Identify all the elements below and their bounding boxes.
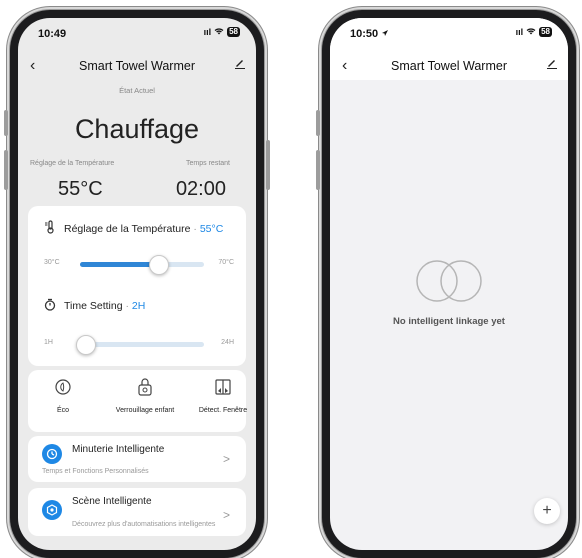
status-time: 10:50: [350, 28, 389, 40]
status-bar: 10:49 ııl 58: [18, 18, 256, 44]
window-detect-icon: [212, 376, 234, 398]
temperature-value: 55°C: [58, 178, 103, 200]
window-detect-button[interactable]: Détect. Fenêtre: [188, 376, 256, 415]
wifi-icon: [526, 27, 536, 37]
child-lock-label: Verrouillage enfant: [115, 407, 175, 414]
temperature-setting-header: Réglage de la Température · 55°C: [44, 220, 223, 237]
status-bar: 10:50 ııl 58: [330, 18, 568, 44]
slider-thumb[interactable]: [75, 335, 96, 355]
status-icons: ııl 58: [204, 27, 240, 37]
chevron-right-icon: >: [222, 452, 230, 466]
chevron-right-icon: >: [222, 508, 230, 522]
smart-timer-item[interactable]: Minuterie Intelligente Temps et Fonction…: [28, 436, 246, 482]
temperature-slider[interactable]: 30°C 70°C: [44, 254, 234, 275]
wifi-icon: [214, 27, 224, 37]
remaining-time-value: 02:00: [175, 178, 226, 200]
nav-bar: ‹ Smart Towel Warmer: [18, 56, 256, 80]
battery-icon: 58: [539, 27, 552, 37]
linked-circles-icon: [408, 258, 490, 309]
empty-state-message: No intelligent linkage yet: [393, 316, 505, 327]
slider-max-label: 70°C: [218, 259, 234, 266]
page-title: Smart Towel Warmer: [391, 59, 507, 73]
phone-frame-left: 10:49 ııl 58 ‹ Smart Towel Warmer État A…: [4, 10, 270, 558]
temperature-label: Réglage de la Température: [30, 160, 115, 167]
signal-icon: ııl: [203, 27, 212, 37]
status-time: 10:49: [38, 28, 67, 40]
battery-icon: 58: [227, 27, 240, 37]
nav-bar: ‹ Smart Towel Warmer: [330, 56, 568, 80]
phone-side-button: [316, 150, 320, 190]
smart-scene-title: Scène Intelligente: [72, 496, 152, 507]
scene-icon: [42, 500, 62, 520]
slider-track[interactable]: [75, 335, 204, 355]
remaining-time-label: Temps restant: [186, 160, 230, 167]
edit-icon[interactable]: [234, 56, 246, 72]
stopwatch-icon: [44, 298, 56, 314]
slider-min-label: 30°C: [44, 259, 60, 266]
settings-card: Réglage de la Température · 55°C 30°C 70…: [28, 206, 246, 366]
add-button[interactable]: +: [534, 498, 560, 524]
slider-thumb[interactable]: [148, 255, 169, 275]
child-lock-icon: [134, 376, 156, 398]
location-arrow-icon: [382, 30, 389, 36]
phone-side-button: [266, 140, 270, 190]
temperature-setting-value: 55°C: [199, 222, 224, 235]
phone-side-button: [316, 110, 320, 136]
slider-fill: [80, 262, 158, 267]
eco-icon: [52, 376, 74, 398]
phone-side-button: [4, 110, 8, 136]
window-detect-label: Détect. Fenêtre: [198, 407, 248, 414]
status-icons: ııl 58: [516, 27, 552, 37]
smart-timer-title: Minuterie Intelligente: [72, 444, 165, 455]
slider-min-label: 1H: [44, 339, 53, 346]
eco-label: Éco: [56, 407, 70, 414]
separator-dot: ·: [125, 300, 129, 312]
phone-side-button: [4, 150, 8, 190]
thermometer-icon: [44, 220, 56, 237]
time-slider[interactable]: 1H 24H: [44, 334, 234, 355]
smart-scene-subtitle: Découvrez plus d'automatisations intelli…: [72, 521, 216, 528]
state-label: État Actuel: [119, 86, 155, 95]
edit-icon[interactable]: [546, 56, 558, 72]
slider-max-label: 24H: [221, 339, 234, 346]
page-title: Smart Towel Warmer: [79, 59, 195, 73]
slider-track[interactable]: [80, 255, 204, 275]
eco-button[interactable]: Éco: [28, 376, 98, 415]
smart-scene-item[interactable]: Scène Intelligente Découvrez plus d'auto…: [28, 488, 246, 536]
features-card: Éco Verrouillage enfant Détect. Fenêtre: [28, 370, 247, 432]
current-mode: Chauffage: [74, 114, 200, 144]
time-setting-title: Time Setting: [64, 300, 123, 312]
temperature-setting-title: Réglage de la Température: [64, 222, 191, 235]
time-setting-header: Time Setting · 2H: [44, 298, 145, 314]
time-setting-value: 2H: [131, 300, 146, 312]
separator-dot: ·: [193, 222, 197, 235]
smart-timer-subtitle: Temps et Fonctions Personnalisés: [42, 468, 149, 475]
device-screen: 10:50 ııl 58 ‹ Smart Towel Warmer No int…: [330, 18, 568, 550]
timer-icon: [42, 444, 62, 464]
signal-icon: ııl: [515, 27, 524, 37]
phone-frame-right: 10:50 ııl 58 ‹ Smart Towel Warmer No int…: [316, 10, 576, 558]
child-lock-button[interactable]: Verrouillage enfant: [110, 376, 180, 415]
device-screen: 10:49 ııl 58 ‹ Smart Towel Warmer État A…: [18, 18, 256, 550]
